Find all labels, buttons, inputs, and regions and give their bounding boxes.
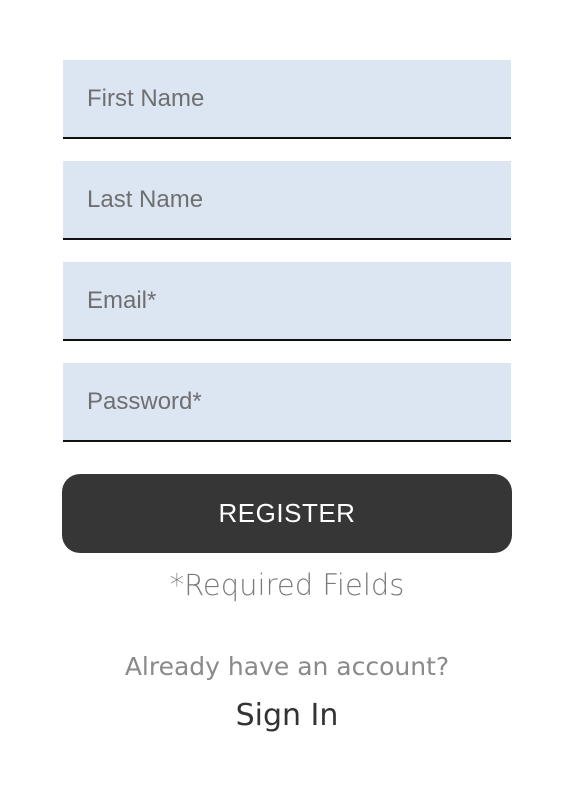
last-name-field[interactable] [63,161,511,240]
account-prompt: Already have an account? [124,652,450,681]
password-input[interactable] [63,363,511,440]
registration-form [63,60,511,464]
email-field[interactable] [63,262,511,341]
required-fields-note: *Required Fields [169,568,405,602]
last-name-input[interactable] [63,161,511,238]
first-name-field[interactable] [63,60,511,139]
sign-in-link[interactable]: Sign In [236,698,339,733]
first-name-input[interactable] [63,60,511,137]
sign-in-container: Sign In [0,698,574,733]
register-button[interactable]: REGISTER [62,474,512,553]
password-field[interactable] [63,363,511,442]
email-input[interactable] [63,262,511,339]
